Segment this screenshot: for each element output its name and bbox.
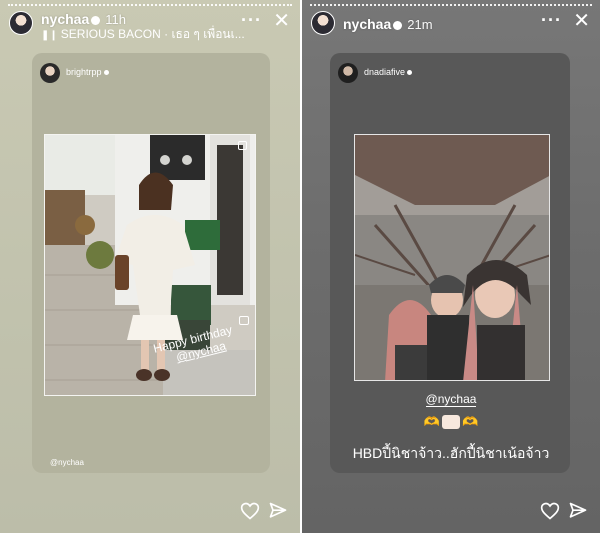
progress-bar <box>310 4 592 6</box>
cake-emoji-icon <box>239 316 249 325</box>
music-icon: ❚❙ <box>41 30 58 41</box>
heart-hands-emoji-icon: 🫶 <box>423 414 440 429</box>
verified-badge-icon <box>393 20 403 30</box>
send-icon[interactable] <box>568 501 588 521</box>
heart-icon[interactable] <box>540 501 560 521</box>
multi-photo-icon <box>238 141 247 150</box>
card-username[interactable]: brightrpp <box>66 67 109 77</box>
reshared-story-card[interactable]: dnadiafive @nychaa 🫶 🫶 HBDปี้นิชาจ้าว..ฮ… <box>330 53 570 473</box>
caption-text: HBDปี้นิชาจ้าว..ฮักปี้นิชาเน้อจ้าว <box>352 445 550 461</box>
story-right[interactable]: nychaa 21m ··· ✕ dnadiafive @nychaa 🫶 🫶 … <box>302 0 600 533</box>
reshared-story-card[interactable]: brightrpp Happy birthday @nychaa @nychaa <box>32 53 270 473</box>
story-left[interactable]: nychaa 11h ❚❙ SERIOUS BACON · เธอ ๆ เพื่อน… <box>0 0 300 533</box>
verified-badge-icon <box>407 70 413 76</box>
avatar[interactable] <box>9 11 33 35</box>
music-label[interactable]: ❚❙ SERIOUS BACON · เธอ ๆ เพื่อนเ... <box>41 25 245 44</box>
avatar[interactable] <box>311 11 335 35</box>
story-photo <box>354 134 550 381</box>
more-icon[interactable]: ··· <box>241 11 262 29</box>
verified-badge-icon <box>91 15 101 25</box>
story-photo: Happy birthday @nychaa <box>44 134 256 396</box>
photo-image <box>355 135 549 380</box>
cake-emoji-icon <box>442 415 460 430</box>
verified-badge-icon <box>103 70 109 76</box>
timestamp: 21m <box>407 17 433 32</box>
close-icon[interactable]: ✕ <box>273 11 290 31</box>
story-header: nychaa 11h ❚❙ SERIOUS BACON · เธอ ๆ เพื่อน… <box>9 11 290 41</box>
avatar[interactable] <box>338 63 358 83</box>
more-icon[interactable]: ··· <box>541 11 562 29</box>
emoji-row: 🫶 🫶 <box>302 413 600 430</box>
avatar[interactable] <box>40 63 60 83</box>
send-icon[interactable] <box>268 501 288 521</box>
mention-sticker[interactable]: @nychaa <box>302 390 600 408</box>
card-username[interactable]: dnadiafive <box>364 67 413 77</box>
story-viewer: nychaa 11h ❚❙ SERIOUS BACON · เธอ ๆ เพื่อน… <box>0 0 600 533</box>
heart-icon[interactable] <box>240 501 260 521</box>
story-header: nychaa 21m ··· ✕ <box>311 11 590 37</box>
heart-hands-emoji-icon: 🫶 <box>462 414 479 429</box>
close-icon[interactable]: ✕ <box>573 11 590 31</box>
username[interactable]: nychaa 21m <box>343 16 433 32</box>
mention-sticker[interactable]: @nychaa <box>50 458 84 467</box>
photo-image <box>45 135 255 395</box>
progress-bar <box>8 4 292 6</box>
